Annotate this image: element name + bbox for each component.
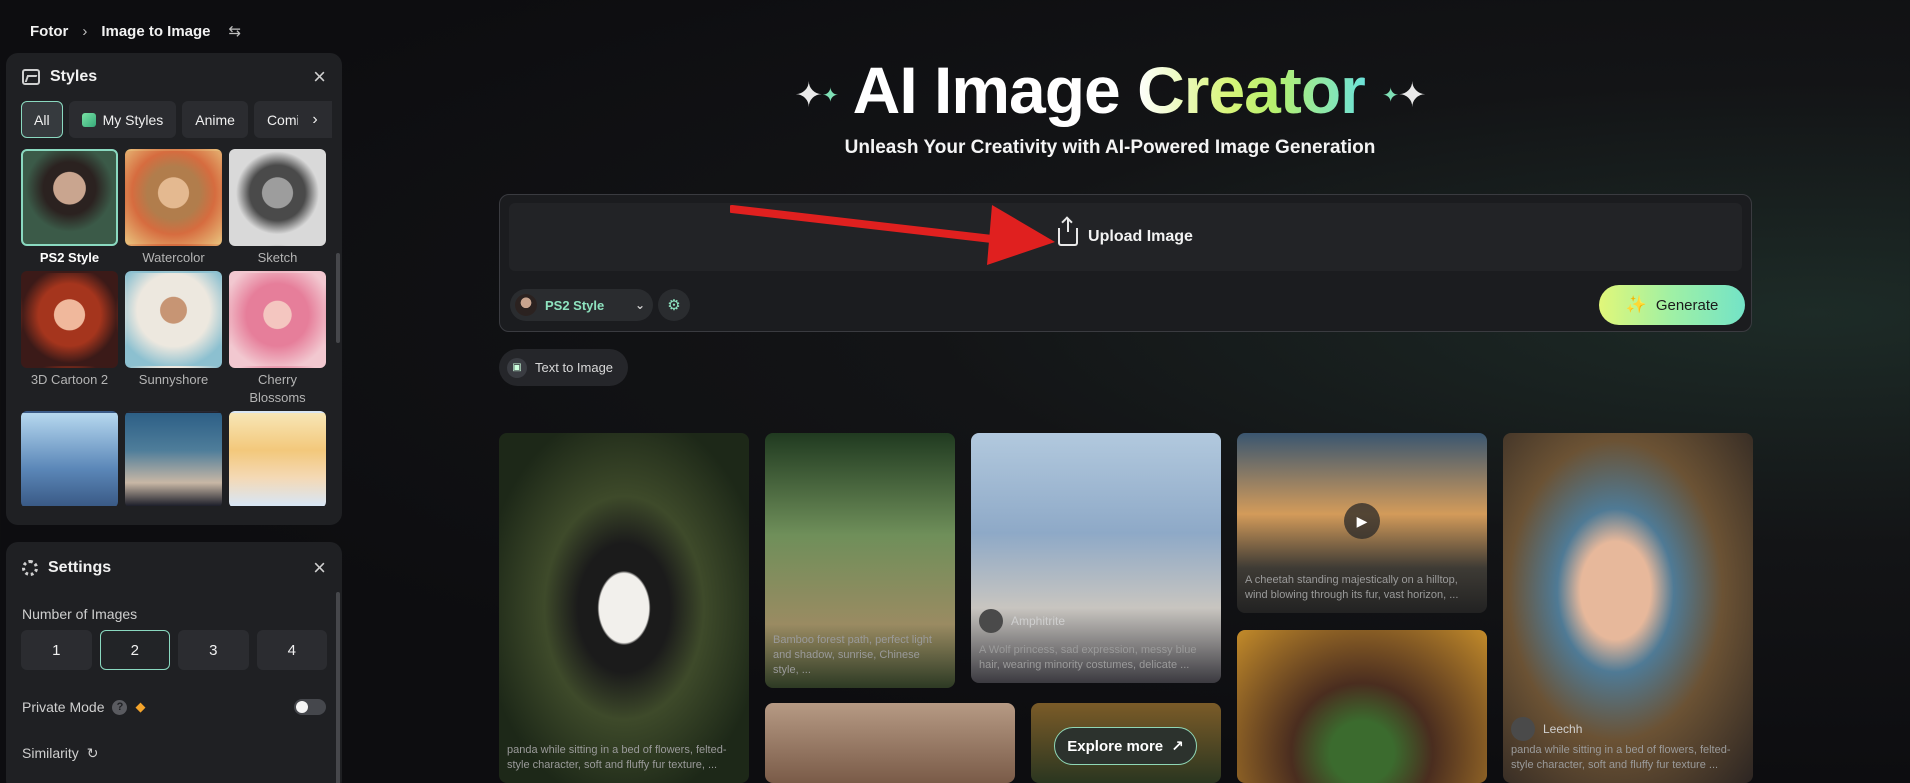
avatar — [979, 609, 1003, 633]
premium-diamond-icon: ◆ — [135, 699, 146, 714]
sparkle-icon: ✦ — [1382, 85, 1399, 108]
number-option-3[interactable]: 3 — [178, 630, 249, 670]
style-thumbnail — [229, 271, 326, 368]
private-mode-toggle[interactable] — [294, 699, 326, 715]
similarity-label: Similarity — [22, 745, 79, 761]
selected-style-label: PS2 Style — [545, 297, 605, 313]
red-arrow-annotation — [730, 205, 1055, 265]
help-icon[interactable]: ? — [112, 699, 128, 715]
style-settings-button[interactable]: ⚙ — [658, 289, 690, 321]
gallery-card[interactable]: panda while sitting in a bed of flowers,… — [499, 433, 749, 783]
text-to-image-label: Text to Image — [535, 360, 614, 375]
gallery-caption: Bamboo forest path, perfect light and sh… — [773, 634, 932, 676]
text-to-image-button[interactable]: ▣ Text to Image — [499, 349, 628, 386]
avatar — [1511, 717, 1535, 741]
gallery-caption: A Wolf princess, sad expression, messy b… — [979, 644, 1197, 671]
author-name: Amphitrite — [1011, 614, 1066, 628]
upload-icon — [1058, 218, 1079, 246]
style-item[interactable] — [229, 411, 326, 506]
gallery-caption: A cheetah standing majestically on a hil… — [1245, 574, 1459, 601]
sparkle-icon: ✦ — [1397, 76, 1426, 115]
style-item[interactable] — [125, 411, 222, 506]
gallery-author: Amphitrite — [979, 609, 1065, 633]
style-label: 3D Cartoon 2 — [30, 372, 109, 387]
settings-panel-header: Settings × — [6, 542, 342, 594]
title-part-2: Creator — [1137, 53, 1366, 127]
settings-scrollbar[interactable] — [336, 592, 340, 783]
close-icon[interactable]: × — [313, 557, 326, 579]
text-to-image-icon: ▣ — [507, 357, 527, 378]
author-name: Leechh — [1543, 722, 1583, 736]
reset-icon[interactable]: ↻ — [87, 745, 99, 762]
number-of-images-selector: 1 2 3 4 — [6, 630, 342, 670]
style-thumbnail — [21, 271, 118, 368]
style-grid-scroll[interactable]: PS2 Style Watercolor Sketch 3D Cartoon 2… — [6, 141, 342, 506]
chevron-right-icon: › — [82, 22, 88, 40]
breadcrumb-current[interactable]: Image to Image — [101, 23, 210, 40]
page-subtitle: Unleash Your Creativity with AI-Powered … — [844, 137, 1376, 158]
style-item-3d-cartoon-2[interactable]: 3D Cartoon 2 — [21, 271, 118, 407]
swap-icon[interactable]: ⇆ — [229, 22, 242, 40]
style-item-ps2[interactable]: PS2 Style — [21, 149, 118, 267]
explore-more-label: Explore more — [1067, 737, 1164, 755]
style-thumbnail — [229, 149, 326, 246]
page-title: ✦✦ AI Image Creator ✦✦ — [0, 52, 1910, 128]
play-icon[interactable]: ▶ — [1344, 503, 1380, 539]
private-mode-label: Private Mode — [22, 699, 105, 715]
gallery-author: Leechh — [1511, 717, 1582, 741]
magic-wand-icon: ✨ — [1625, 295, 1647, 314]
style-item-sketch[interactable]: Sketch — [229, 149, 326, 267]
sparkle-icon: ✦ — [822, 85, 839, 108]
gallery-card[interactable]: ▶ A cheetah standing majestically on a h… — [1237, 433, 1487, 613]
style-thumbnail — [125, 149, 222, 246]
number-option-1[interactable]: 1 — [21, 630, 92, 670]
style-label: Sunnyshore — [138, 372, 209, 387]
gallery-card[interactable]: Bamboo forest path, perfect light and sh… — [765, 433, 955, 688]
gear-icon — [22, 560, 38, 576]
similarity-row: Similarity ↻ — [6, 730, 342, 776]
number-of-images-label: Number of Images — [22, 606, 138, 622]
style-item-watercolor[interactable]: Watercolor — [125, 149, 222, 267]
arrow-up-right-icon: ↗ — [1171, 738, 1184, 755]
upload-image-label: Upload Image — [1088, 228, 1193, 245]
number-option-4[interactable]: 4 — [256, 630, 327, 670]
private-mode-row: Private Mode ? ◆ — [6, 684, 342, 730]
style-grid: PS2 Style Watercolor Sketch 3D Cartoon 2… — [6, 141, 342, 506]
style-thumbnail — [21, 411, 118, 506]
gallery-card[interactable]: Amphitrite A Wolf princess, sad expressi… — [971, 433, 1221, 683]
style-thumbnail — [125, 411, 222, 506]
style-label: Sketch — [257, 250, 298, 265]
settings-panel-title: Settings — [48, 559, 112, 576]
chevron-down-icon: ⌄ — [634, 298, 645, 312]
gallery-card[interactable] — [765, 703, 1015, 783]
title-part-1: AI Image — [852, 53, 1121, 127]
style-item-sunnyshore[interactable]: Sunnyshore — [125, 271, 222, 407]
style-avatar — [515, 294, 537, 316]
style-label: Watercolor — [142, 250, 205, 265]
generate-button[interactable]: ✨ Generate — [1599, 285, 1745, 325]
breadcrumb: Fotor › Image to Image ⇆ — [30, 22, 242, 41]
styles-scrollbar[interactable] — [336, 253, 340, 343]
style-dropdown[interactable]: PS2 Style ⌄ — [510, 289, 653, 321]
explore-more-button[interactable]: Explore more ↗ — [1054, 727, 1197, 765]
style-item-cherry-blossoms[interactable]: Cherry Blossoms — [229, 271, 326, 407]
style-thumbnail — [125, 271, 222, 368]
style-item[interactable] — [21, 411, 118, 506]
style-label: Cherry Blossoms — [249, 372, 306, 405]
settings-panel: Settings × Number of Images 1 2 3 4 Priv… — [6, 542, 342, 783]
gallery-caption: panda while sitting in a bed of flowers,… — [1511, 744, 1731, 771]
generate-label: Generate — [1655, 296, 1719, 314]
gallery-card[interactable]: Leechh panda while sitting in a bed of f… — [1503, 433, 1753, 783]
gallery-card[interactable] — [1237, 630, 1487, 783]
gallery-caption: panda while sitting in a bed of flowers,… — [507, 744, 727, 771]
sparkle-icon: ✦ — [794, 76, 823, 115]
style-thumbnail — [229, 411, 326, 506]
style-thumbnail — [21, 149, 118, 246]
number-option-2[interactable]: 2 — [99, 630, 170, 670]
breadcrumb-fotor-link[interactable]: Fotor — [30, 23, 68, 40]
composer-box: Upload Image PS2 Style ⌄ ⚙ ✨ Generate — [499, 194, 1752, 332]
upload-image-button[interactable]: Upload Image — [509, 203, 1742, 271]
style-label: PS2 Style — [39, 250, 100, 265]
